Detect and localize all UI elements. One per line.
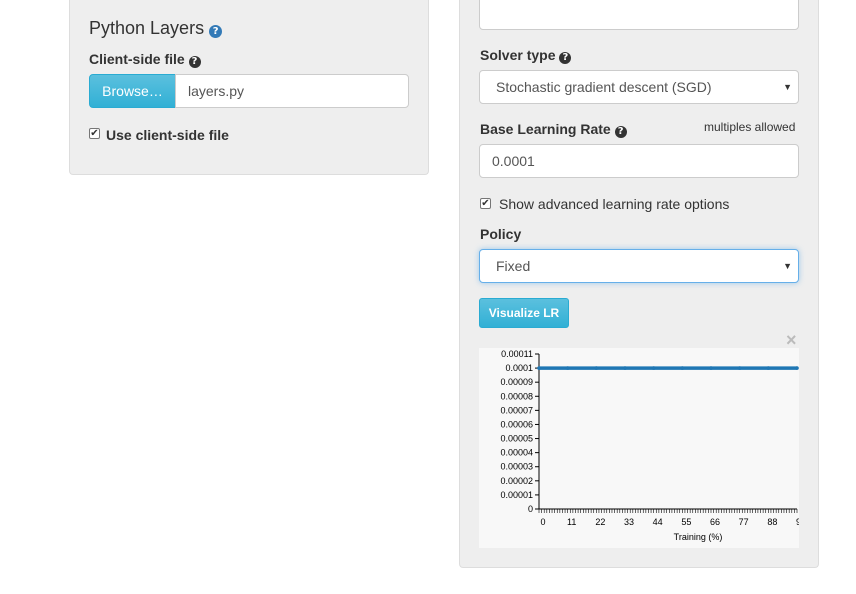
series-point <box>623 366 627 370</box>
multiples-allowed-note: multiples allowed <box>704 120 796 134</box>
client-side-file-label: Client-side file ? <box>89 51 201 68</box>
lr-chart-svg: 0 0.00001 0.00002 0.00003 0.00004 0.00005 0.00… <box>500 349 806 542</box>
x-tick-label: 77 <box>739 517 749 527</box>
caret-down-icon: ▼ <box>783 82 792 92</box>
show-advanced-lr-label: Show advanced learning rate options <box>499 196 730 212</box>
x-tick-label: 44 <box>653 517 663 527</box>
client-file-input[interactable]: layers.py <box>175 74 409 108</box>
close-icon[interactable]: × <box>786 331 797 349</box>
lr-chart: 0 0.00001 0.00002 0.00003 0.00004 0.00005 0.00… <box>479 348 806 548</box>
y-tick-label: 0.00003 <box>500 462 533 472</box>
y-tick-label: 0.00002 <box>500 476 533 486</box>
browse-button[interactable]: Browse… <box>89 74 176 108</box>
question-circle-icon[interactable]: ? <box>188 56 201 68</box>
y-tick-label: 0.00008 <box>500 391 533 401</box>
x-tick-label: 99 <box>796 517 799 527</box>
y-tick-label: 0.00009 <box>500 377 533 387</box>
series-point <box>565 366 570 370</box>
series-point <box>680 366 685 370</box>
series-point <box>709 366 713 370</box>
series-point <box>737 366 742 370</box>
x-tick-label: 66 <box>710 517 720 527</box>
series-point <box>537 366 541 370</box>
question-circle-icon[interactable]: ? <box>614 126 627 138</box>
base-learning-rate-label: Base Learning Rate ? <box>480 121 627 138</box>
y-tick-label: 0.00011 <box>501 349 533 359</box>
y-tick-label: 0.00006 <box>500 419 533 429</box>
x-tick-label: 22 <box>595 517 605 527</box>
solver-type-select[interactable]: Stochastic gradient descent (SGD) ▼ <box>479 70 799 104</box>
series-point <box>594 366 599 370</box>
series-point <box>651 366 656 370</box>
y-tick-label: 0 <box>528 504 533 514</box>
top-field[interactable] <box>479 0 799 30</box>
y-tick-label: 0.00001 <box>500 490 533 500</box>
x-tick-label: 11 <box>567 517 576 527</box>
y-tick-label: 0.00004 <box>500 448 533 458</box>
use-client-file-label: Use client-side file <box>106 127 229 143</box>
x-tick-label: 88 <box>767 517 777 527</box>
series-point <box>766 366 771 370</box>
x-tick-label: 33 <box>624 517 634 527</box>
solver-type-label: Solver type ? <box>480 47 572 64</box>
y-tick-label: 0.00007 <box>500 405 533 415</box>
visualize-lr-button[interactable]: Visualize LR <box>479 298 569 328</box>
show-advanced-lr-checkbox[interactable]: ✔ <box>480 198 491 209</box>
caret-down-icon: ▼ <box>783 261 792 271</box>
policy-select[interactable]: Fixed ▼ <box>479 249 799 283</box>
y-tick-label: 0.0001 <box>505 363 533 373</box>
x-axis-label: Training (%) <box>674 532 723 542</box>
y-tick-label: 0.00005 <box>500 434 533 444</box>
x-tick-label: 55 <box>681 517 691 527</box>
x-tick-label: 0 <box>540 517 545 527</box>
use-client-file-checkbox[interactable]: ✔ <box>89 128 100 139</box>
question-circle-icon[interactable]: ? <box>209 25 223 38</box>
base-learning-rate-input[interactable]: 0.0001 <box>479 144 799 178</box>
policy-label: Policy <box>480 226 522 242</box>
series-point <box>795 366 799 370</box>
question-circle-icon[interactable]: ? <box>559 52 572 64</box>
python-layers-title: Python Layers ? <box>89 18 223 39</box>
